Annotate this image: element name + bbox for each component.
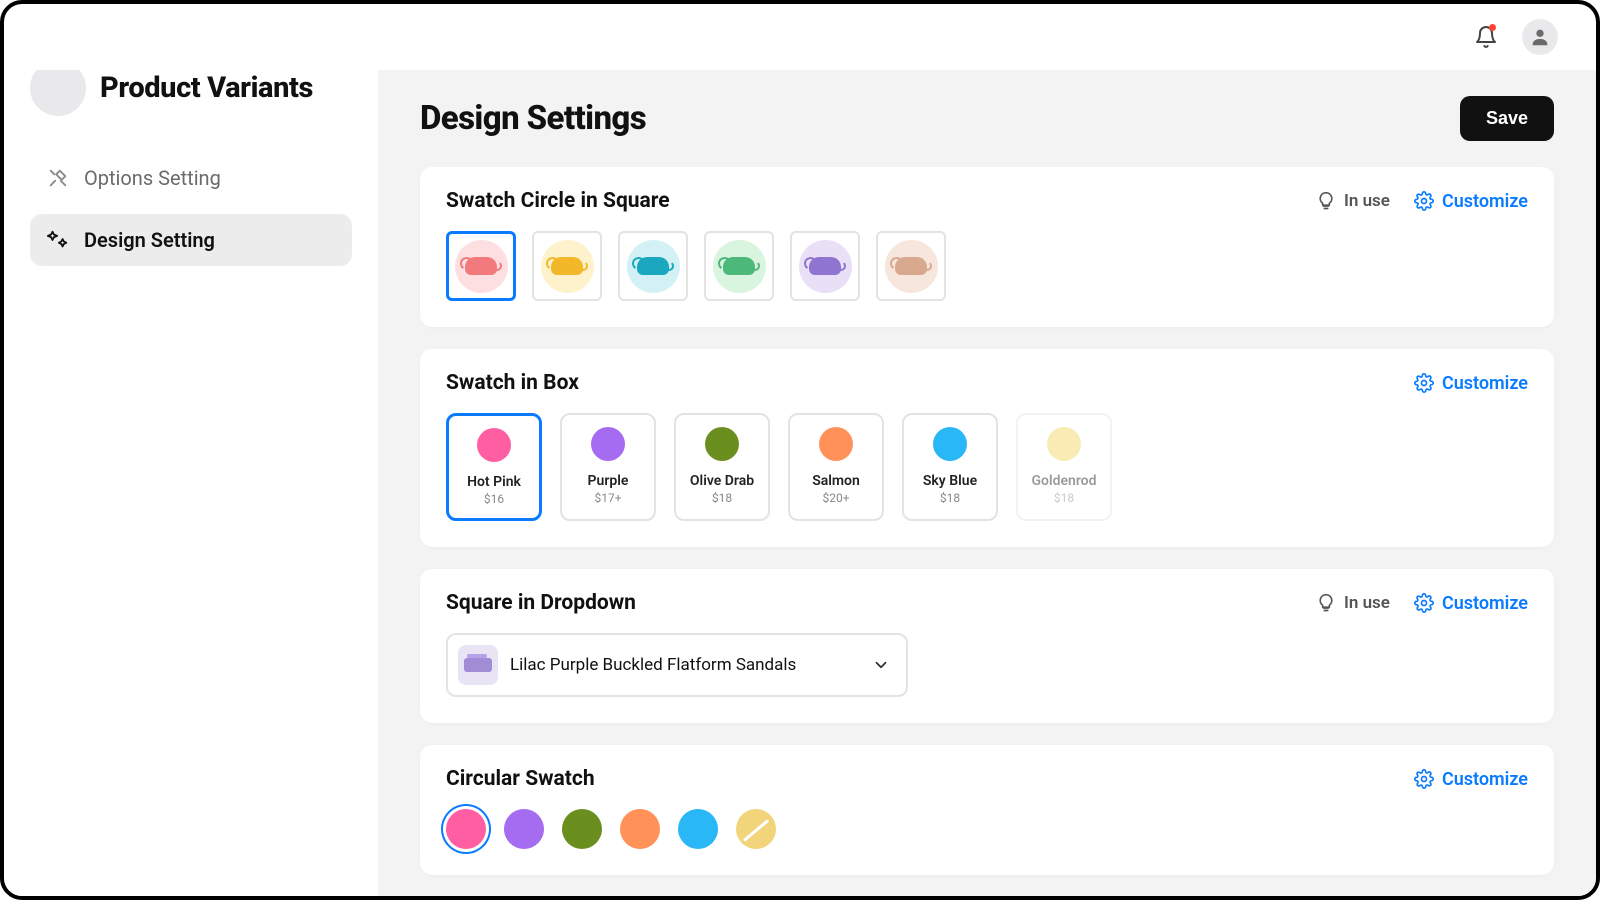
gear-icon: [1414, 191, 1434, 211]
circular-swatch[interactable]: [504, 809, 544, 849]
gear-icon: [1414, 593, 1434, 613]
notification-dot: [1489, 24, 1496, 31]
circular-swatch[interactable]: [562, 809, 602, 849]
circular-swatch[interactable]: [446, 809, 486, 849]
swatch-price: $18: [1054, 491, 1074, 505]
section-circular-swatch: Circular Swatch Customize: [420, 745, 1554, 875]
gear-icon: [1414, 769, 1434, 789]
swatch-circle: [455, 240, 508, 293]
swatch-tile-green[interactable]: [704, 231, 774, 301]
bag-icon: [551, 257, 583, 275]
bag-icon: [465, 257, 497, 275]
swatch-box[interactable]: Purple $17+: [560, 413, 656, 521]
avatar-button[interactable]: [1522, 19, 1558, 55]
swatch-box[interactable]: Olive Drab $18: [674, 413, 770, 521]
nav-options-setting[interactable]: Options Setting: [30, 152, 352, 204]
tools-icon: [46, 166, 70, 190]
circular-swatch[interactable]: [736, 809, 776, 849]
swatch-tile-tan[interactable]: [876, 231, 946, 301]
swatch-price: $18: [712, 491, 732, 505]
dropdown-thumbnail: [458, 645, 498, 685]
swatch-circle: [799, 240, 852, 293]
person-icon: [1529, 26, 1551, 48]
nav-label: Design Setting: [84, 228, 215, 252]
bag-icon: [809, 257, 841, 275]
color-dot: [933, 427, 967, 461]
swatch-circle: [885, 240, 938, 293]
swatch-tile-yellow[interactable]: [532, 231, 602, 301]
sparkles-icon: [46, 228, 70, 252]
swatch-box[interactable]: Sky Blue $18: [902, 413, 998, 521]
sidebar: Product Variants Options Setting Design …: [4, 70, 378, 896]
notifications-button[interactable]: [1468, 19, 1504, 55]
swatch-price: $18: [940, 491, 960, 505]
customize-button[interactable]: Customize: [1414, 769, 1528, 790]
section-swatch-circle-in-square: Swatch Circle in Square In use Customize: [420, 167, 1554, 327]
bag-icon: [723, 257, 755, 275]
color-dot: [1047, 427, 1081, 461]
section-title: Square in Dropdown: [446, 591, 636, 615]
bulb-icon: [1316, 593, 1336, 613]
swatch-name: Sky Blue: [923, 473, 977, 489]
color-dot: [819, 427, 853, 461]
swatch-tile-purple[interactable]: [790, 231, 860, 301]
gear-icon: [1414, 373, 1434, 393]
swatch-box: Goldenrod $18: [1016, 413, 1112, 521]
swatch-circle: [713, 240, 766, 293]
customize-button[interactable]: Customize: [1414, 373, 1528, 394]
main-content: Design Settings Save Swatch Circle in Sq…: [378, 70, 1596, 896]
bag-icon: [637, 257, 669, 275]
customize-button[interactable]: Customize: [1414, 191, 1528, 212]
section-title: Swatch in Box: [446, 371, 579, 395]
swatch-price: $17+: [594, 491, 621, 505]
swatch-price: $16: [484, 492, 504, 506]
circular-swatch[interactable]: [620, 809, 660, 849]
swatch-name: Purple: [588, 473, 629, 489]
section-title: Circular Swatch: [446, 767, 595, 791]
swatch-name: Goldenrod: [1032, 473, 1097, 489]
section-square-in-dropdown: Square in Dropdown In use Customize: [420, 569, 1554, 723]
section-swatch-in-box: Swatch in Box Customize Hot Pink $16 Purpl…: [420, 349, 1554, 547]
swatch-box[interactable]: Salmon $20+: [788, 413, 884, 521]
circular-swatch[interactable]: [678, 809, 718, 849]
color-dot: [477, 428, 511, 462]
in-use-badge: In use: [1316, 593, 1390, 613]
app-title: Product Variants: [100, 71, 313, 105]
swatch-tile-pink[interactable]: [446, 231, 516, 301]
customize-button[interactable]: Customize: [1414, 593, 1528, 614]
swatch-name: Hot Pink: [467, 474, 521, 490]
swatch-circle: [541, 240, 594, 293]
in-use-badge: In use: [1316, 191, 1390, 211]
swatch-price: $20+: [822, 491, 849, 505]
variant-dropdown[interactable]: Lilac Purple Buckled Flatform Sandals: [446, 633, 908, 697]
bulb-icon: [1316, 191, 1336, 211]
app-logo: [30, 70, 86, 116]
nav-label: Options Setting: [84, 166, 221, 190]
app-header: Product Variants: [30, 70, 352, 116]
swatch-box[interactable]: Hot Pink $16: [446, 413, 542, 521]
bag-icon: [895, 257, 927, 275]
swatch-name: Olive Drab: [690, 473, 754, 489]
dropdown-value: Lilac Purple Buckled Flatform Sandals: [510, 655, 860, 675]
save-button[interactable]: Save: [1460, 96, 1554, 141]
swatch-circle: [627, 240, 680, 293]
color-dot: [705, 427, 739, 461]
swatch-tile-teal[interactable]: [618, 231, 688, 301]
section-title: Swatch Circle in Square: [446, 189, 670, 213]
nav-design-setting[interactable]: Design Setting: [30, 214, 352, 266]
chevron-down-icon: [872, 656, 890, 674]
page-title: Design Settings: [420, 99, 646, 138]
color-dot: [591, 427, 625, 461]
swatch-name: Salmon: [812, 473, 860, 489]
